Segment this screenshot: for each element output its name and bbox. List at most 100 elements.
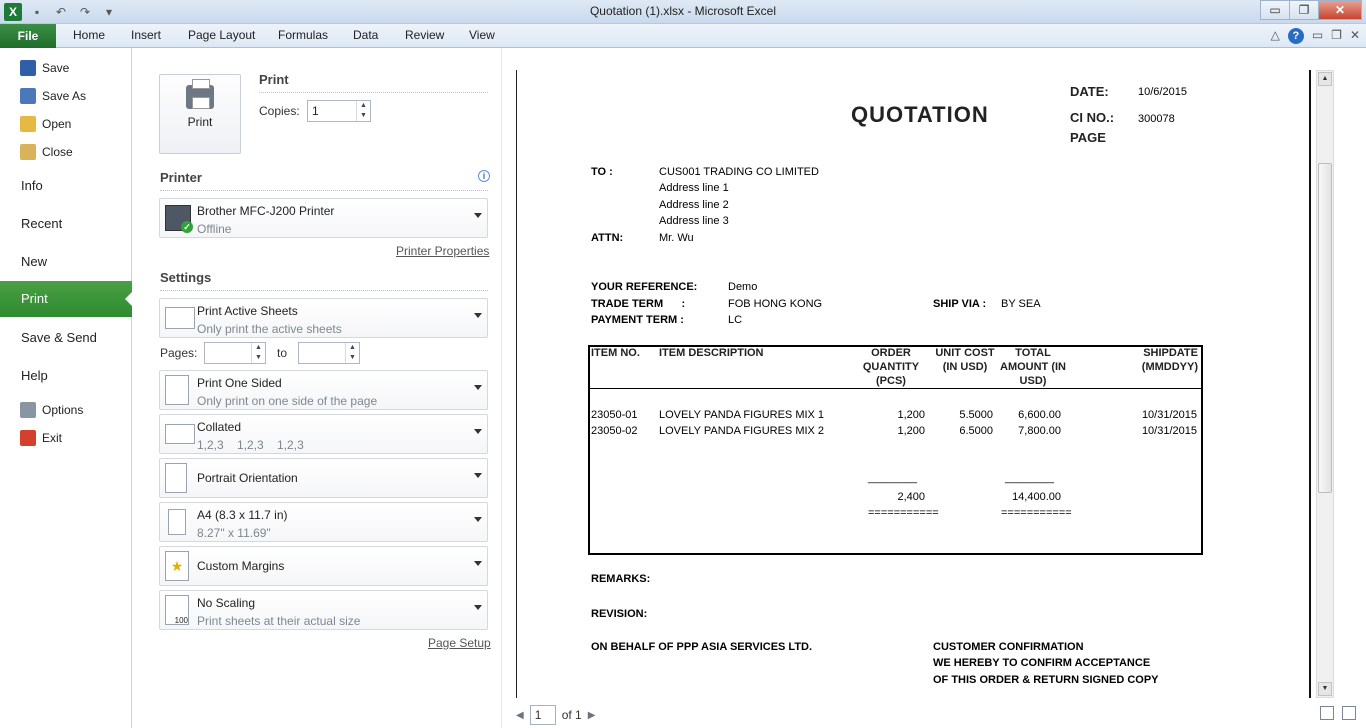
confirm-line-2: WE HEREBY TO CONFIRM ACCEPTANCE [933,657,1151,669]
printer-name: Brother MFC-J200 Printer [197,204,335,218]
nav-exit[interactable]: Exit [20,428,62,448]
pages-from-input[interactable]: ▲ ▼ [204,342,266,364]
nav-recent[interactable]: Recent [21,216,62,231]
print-what-dropdown[interactable]: Print Active Sheets Only print the activ… [159,298,488,338]
date-label: DATE: [1070,84,1109,99]
reference-label: YOUR REFERENCE: [591,281,698,293]
nav-open-label: Open [42,117,72,131]
tab-view[interactable]: View [469,28,495,42]
payment-term-label: PAYMENT TERM : [591,314,684,326]
doc-close-icon[interactable]: ✕ [1350,28,1360,44]
paper-icon [168,509,186,535]
print-preview: QUOTATION DATE: 10/6/2015 CI NO.: 300078… [502,48,1366,728]
tab-page-layout[interactable]: Page Layout [188,28,255,42]
nav-options[interactable]: Options [20,400,83,420]
print-settings-pane: Print Print Copies: 1 ▲ ▼ Printer i ✓ Bro… [132,48,502,728]
help-icon[interactable]: ? [1287,28,1304,44]
print-what-label: Print Active Sheets [197,304,298,318]
document-title: QUOTATION [851,102,989,127]
tab-formulas[interactable]: Formulas [278,28,328,42]
payment-term-value: LC [728,314,743,326]
paper-size-label: A4 (8.3 x 11.7 in) [197,508,288,522]
row1-item: 23050-01 [591,409,638,421]
nav-info[interactable]: Info [21,178,43,193]
orientation-label: Portrait Orientation [197,471,298,485]
col-quantity: ORDER QUANTITY (PCS) [862,347,920,387]
pages-label: Pages: [160,346,198,360]
window-controls: ▭ ❐ ✕ [1260,0,1362,20]
nav-save-send[interactable]: Save & Send [21,330,97,345]
copies-label: Copies: [259,104,300,118]
printer-status: Offline [197,222,232,236]
printer-icon [186,79,214,109]
scaling-dropdown[interactable]: 100 No Scaling Print sheets at their act… [159,590,488,630]
pages-to-input[interactable]: ▲ ▼ [298,342,360,364]
printer-properties-link[interactable]: Printer Properties [396,244,489,258]
printer-dropdown[interactable]: ✓ Brother MFC-J200 Printer Offline [159,198,488,238]
nav-help[interactable]: Help [21,368,48,383]
preview-scrollbar[interactable]: ▲ ▼ [1316,70,1334,698]
confirm-line-1: CUSTOMER CONFIRMATION [933,641,1084,653]
nav-print[interactable]: Print [0,281,133,317]
print-button[interactable]: Print [159,74,241,154]
sides-dropdown[interactable]: Print One Sided Only print on one side o… [159,370,488,410]
tab-insert[interactable]: Insert [131,28,161,42]
restore-button[interactable]: ❐ [1289,0,1319,20]
sides-label: Print One Sided [197,376,282,390]
doc-restore-icon[interactable]: ❐ [1331,28,1342,44]
nav-close[interactable]: Close [20,142,73,162]
scroll-thumb[interactable] [1318,163,1332,493]
minimize-ribbon-icon[interactable]: △ [1271,28,1280,44]
close-button[interactable]: ✕ [1318,0,1362,20]
margins-star-icon: ★ [165,551,189,581]
doc-minimize-icon[interactable]: ▭ [1312,28,1323,44]
divider [160,290,488,291]
revision-label: REVISION: [591,608,648,620]
nav-open[interactable]: Open [20,114,71,134]
spin-arrows-icon[interactable]: ▲ ▼ [251,343,265,363]
page-count: of 1 [561,708,582,722]
nav-new[interactable]: New [21,254,47,269]
close-folder-icon [20,144,36,160]
backstage-nav: Save Save As Open Close Info Recent New … [0,48,133,728]
spin-arrows-icon[interactable]: ▲ ▼ [345,343,359,363]
remarks-label: REMARKS: [591,573,651,585]
copies-value: 1 [312,104,319,118]
page-setup-link[interactable]: Page Setup [428,636,491,650]
collation-label: Collated [197,420,242,434]
minimize-button[interactable]: ▭ [1260,0,1290,20]
margins-dropdown[interactable]: ★ Custom Margins [159,546,488,586]
nav-save[interactable]: Save [20,58,69,78]
chevron-down-icon [474,517,482,522]
show-margins-icon[interactable] [1320,706,1334,720]
settings-section-title: Settings [160,270,212,285]
tab-data[interactable]: Data [353,28,378,42]
paper-size-dropdown[interactable]: A4 (8.3 x 11.7 in) 8.27" x 11.69" [159,502,488,542]
tab-home[interactable]: Home [73,28,105,42]
scroll-up-icon[interactable]: ▲ [1318,72,1332,86]
tab-file[interactable]: File [0,24,56,48]
collation-dropdown[interactable]: Collated 1,2,3 1,2,3 1,2,3 [159,414,488,454]
next-page-icon[interactable]: ▶ [588,710,596,721]
current-page-input[interactable]: 1 [529,705,556,725]
qty-double-rule: =========== [868,507,939,519]
tab-review[interactable]: Review [405,28,444,42]
zoom-to-page-icon[interactable] [1342,706,1356,720]
print-section-title: Print [259,72,289,87]
nav-save-as[interactable]: Save As [20,86,86,106]
nav-save-label: Save [42,61,70,75]
nav-options-label: Options [42,403,84,417]
orientation-dropdown[interactable]: Portrait Orientation [159,458,488,498]
row2-item: 23050-02 [591,425,638,437]
row2-shipdate: 10/31/2015 [1141,425,1197,437]
spin-arrows-icon[interactable]: ▲ ▼ [356,101,370,121]
page-label: PAGE [1070,130,1106,145]
col-amount: TOTAL AMOUNT (IN USD) [1000,347,1066,387]
row1-amount: 6,600.00 [1018,409,1061,421]
to-line-4: Address line 3 [659,215,729,227]
scroll-down-icon[interactable]: ▼ [1318,682,1332,696]
info-icon[interactable]: i [478,170,490,182]
copies-input[interactable]: 1 ▲ ▼ [307,100,371,122]
prev-page-icon[interactable]: ◀ [516,710,524,721]
ribbon-tabs: File Home Insert Page Layout Formulas Da… [0,24,1366,48]
